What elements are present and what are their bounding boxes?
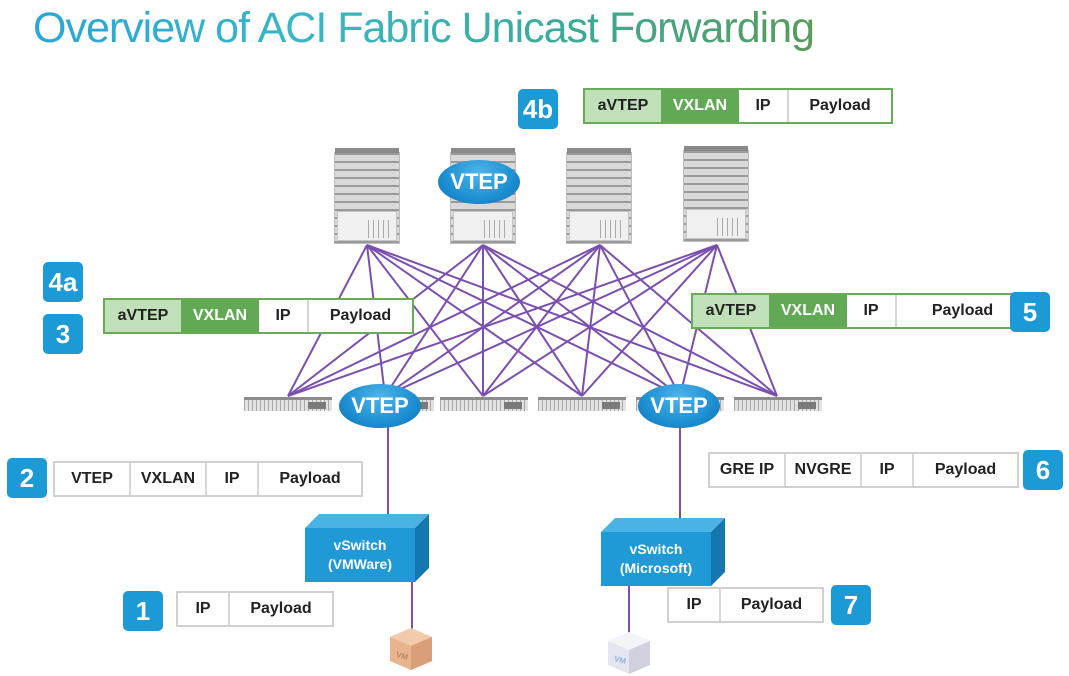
header-ip: IP: [259, 300, 309, 332]
spine-switch-1: [334, 148, 400, 244]
vswitch-vmware-line2: (VMWare): [327, 556, 393, 572]
header-payload: Payload: [279, 470, 341, 487]
vswitch-vmware-line1: vSwitch: [333, 537, 387, 553]
leaf-vtep-label-1: VTEP: [339, 384, 421, 428]
leaf-switch-4: [538, 397, 626, 411]
step-badge-6: 6: [1023, 450, 1063, 490]
header-avtep: aVTEP: [693, 295, 769, 327]
spine-switch-4: [683, 146, 749, 242]
leaf-vtep-label-2: VTEP: [638, 384, 720, 428]
vm-icon-vmware: VM: [390, 628, 432, 670]
leaf-switch-6: [734, 397, 822, 411]
fabric-link-spine4-leaf3: [482, 244, 718, 397]
leaf-switch-1: [244, 397, 332, 411]
step-badge-1: 1: [123, 591, 163, 631]
header-ip: IP: [847, 295, 897, 327]
header-ip: IP: [207, 463, 259, 495]
fabric-link-spine3-leaf4: [581, 244, 601, 397]
step-badge-4b: 4b: [518, 89, 558, 129]
step-badge-7: 7: [831, 585, 871, 625]
spine-vtep-label: VTEP: [438, 160, 520, 204]
step-badge-4a: 4a: [43, 262, 83, 302]
header-vxlan: VXLAN: [661, 90, 739, 122]
packet-step-2: VTEP VXLAN IP Payload: [53, 461, 363, 497]
packet-step-5: aVTEP VXLAN IP Payload: [691, 293, 1030, 329]
header-ip: IP: [178, 593, 230, 625]
header-payload: Payload: [934, 461, 997, 478]
spine-switch-3: [566, 148, 632, 244]
vm-icon-microsoft: VM: [608, 632, 650, 674]
header-ip: IP: [739, 90, 789, 122]
header-avtep: aVTEP: [585, 90, 661, 122]
step-badge-3: 3: [43, 314, 83, 354]
header-vxlan: VXLAN: [131, 463, 207, 495]
header-gre-ip: GRE IP: [710, 454, 786, 486]
packet-step-6: GRE IP NVGRE IP Payload: [708, 452, 1019, 488]
vswitch-microsoft-line2: (Microsoft): [619, 560, 693, 576]
step-badge-5: 5: [1010, 292, 1050, 332]
header-avtep: aVTEP: [105, 300, 181, 332]
step-badge-2: 2: [7, 458, 47, 498]
header-vxlan: VXLAN: [181, 300, 259, 332]
packet-step-4b: aVTEP VXLAN IP Payload: [583, 88, 893, 124]
packet-step-3-4a: aVTEP VXLAN IP Payload: [103, 298, 414, 334]
header-nvgre: NVGRE: [786, 454, 862, 486]
packet-step-1: IP Payload: [176, 591, 334, 627]
header-payload: Payload: [250, 600, 312, 617]
leaf-switch-3: [440, 397, 528, 411]
packet-step-7: IP Payload: [667, 587, 824, 623]
header-vxlan: VXLAN: [769, 295, 847, 327]
header-payload: Payload: [809, 97, 871, 114]
header-payload: Payload: [931, 302, 994, 319]
header-ip: IP: [862, 454, 914, 486]
header-payload: Payload: [329, 307, 392, 324]
vswitch-microsoft-line1: vSwitch: [629, 541, 683, 557]
header-ip: IP: [669, 589, 721, 621]
header-vtep: VTEP: [55, 463, 131, 495]
header-payload: Payload: [740, 596, 803, 613]
